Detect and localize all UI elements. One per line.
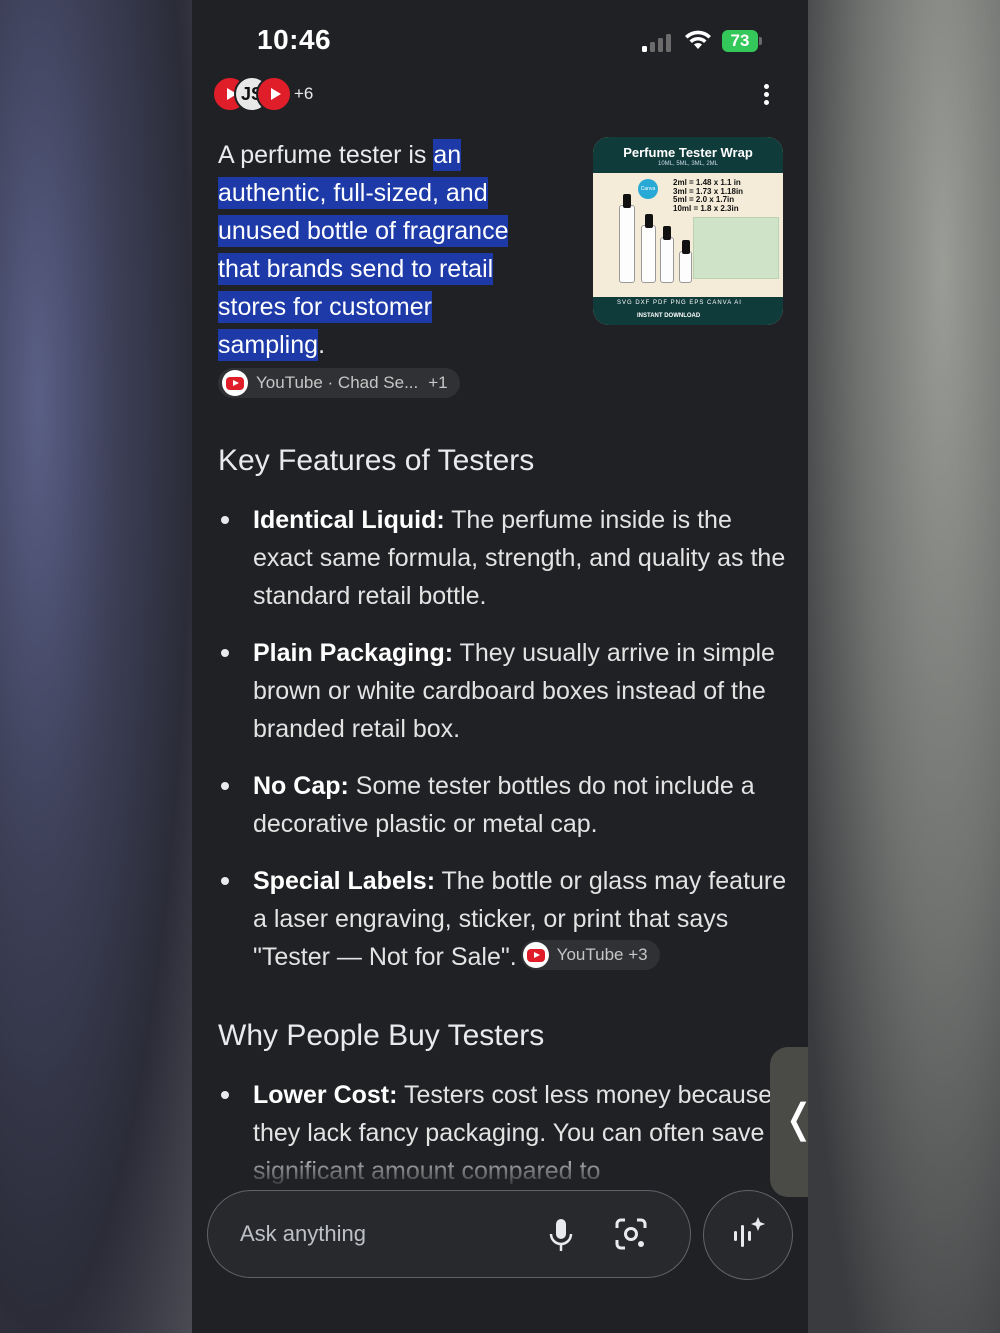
sparkle-waveform-icon [734,1217,765,1247]
battery-level: 73 [730,31,750,50]
item-term: Plain Packaging: [253,639,454,667]
status-bar: 10:46 73 [192,0,808,70]
source-chip-label: YouTube [556,945,624,965]
ask-placeholder: Ask anything [240,1221,366,1246]
phone-screen: 10:46 73 JS +6 A perfume tester is an au… [192,0,808,1333]
microphone-icon[interactable] [548,1217,574,1253]
dim-line: 10ml = 1.8 x 2.3in [673,203,739,213]
highlighted-text[interactable]: sampling [218,329,319,361]
youtube-icon [222,370,248,396]
item-term: No Cap: [253,772,349,800]
item-term: Special Labels: [253,867,436,895]
source-chip[interactable]: YouTube +3 [520,940,660,971]
item-term: Identical Liquid: [253,506,445,534]
side-panel-handle[interactable]: ❬ [770,1047,808,1197]
wifi-icon [685,30,711,49]
canva-badge-icon: Canva [638,179,658,199]
content-fade [192,1150,808,1190]
list-item: Special Labels: The bottle or glass may … [218,862,788,976]
more-options-icon[interactable] [762,84,770,108]
highlighted-text[interactable]: that brands send to retail [218,253,494,285]
more-sources-count: +6 [294,84,314,103]
battery-tip [759,37,762,45]
label-grid-graphic [693,217,779,279]
highlighted-text[interactable]: stores for customer [218,291,432,323]
bottle-10ml [619,194,635,283]
source-chip[interactable]: YouTube · Chad Se... +1 [218,368,460,398]
thumbnail-body: Canva 2ml = 1.48 x 1.1 in 3ml = 1.73 x 1… [593,173,783,297]
live-voice-button[interactable] [703,1190,793,1280]
youtube-icon [522,942,549,969]
highlighted-text[interactable]: authentic, full-sized, and [218,177,488,209]
intro-lead: A perfume tester is [218,141,434,169]
features-list: Identical Liquid: The perfume inside is … [218,501,788,995]
thumbnail-title: Perfume Tester Wrap [623,145,753,160]
chevron-left-icon: ❬ [782,1099,808,1139]
cellular-signal-icon [642,32,674,52]
thumbnail-subtitle: 10ML, 5ML, 3ML, 2ML [657,161,719,167]
camera-lens-icon[interactable] [614,1217,648,1251]
result-thumbnail[interactable]: Perfume Tester Wrap 10ML, 5ML, 3ML, 2ML … [593,137,783,325]
bottle-2ml [679,240,692,283]
source-chip-label: YouTube · Chad Se... [256,373,419,392]
section-heading: Why People Buy Testers [218,1019,545,1052]
section-heading: Key Features of Testers [218,444,535,477]
source-chip-count: +1 [428,373,448,392]
thumbnail-footer: SVG DXF PDF PNG EPS CANVA AI INSTANT DOW… [593,297,783,325]
list-item: Plain Packaging: They usually arrive in … [218,634,788,748]
thumbnail-download: INSTANT DOWNLOAD [637,313,701,319]
background-right [808,0,1000,1333]
source-chip-count: +3 [628,945,648,965]
highlighted-text[interactable]: unused bottle of fragrance [218,215,509,247]
list-item: Identical Liquid: The perfume inside is … [218,501,788,615]
intro-paragraph: A perfume tester is an authentic, full-s… [218,136,558,364]
play-icon [270,88,281,100]
thumbnail-dimensions: 2ml = 1.48 x 1.1 in 3ml = 1.73 x 1.18in … [673,178,743,213]
status-time: 10:46 [257,24,332,55]
intro-tail: . [318,331,326,359]
bottle-5ml [641,214,656,283]
highlighted-text[interactable]: an [433,139,462,171]
item-term: Lower Cost: [253,1081,398,1109]
ask-input[interactable]: Ask anything [207,1190,691,1278]
thumbnail-header: Perfume Tester Wrap 10ML, 5ML, 3ML, 2ML [593,137,783,173]
youtube-source-avatar [256,76,292,112]
list-item: No Cap: Some tester bottles do not inclu… [218,767,788,843]
battery-icon: 73 [722,30,758,52]
bottle-3ml [660,226,674,283]
background-left [0,0,192,1333]
thumbnail-formats: SVG DXF PDF PNG EPS CANVA AI [617,300,742,306]
